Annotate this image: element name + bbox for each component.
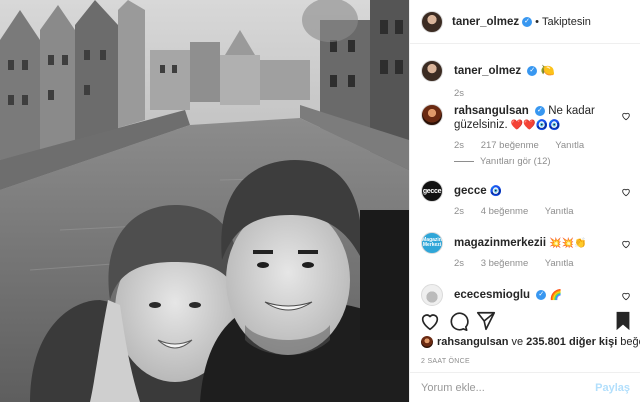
comment-likes[interactable]: 217 beğenme xyxy=(481,140,539,151)
caption-author-avatar[interactable] xyxy=(421,60,443,82)
comment-item: ececesmioglu ✓ 🌈 xyxy=(421,284,633,306)
view-replies-button[interactable]: Yanıtları gör (12) xyxy=(480,156,551,167)
comment-avatar[interactable]: Magazin Merkezi xyxy=(421,232,443,254)
comment-time[interactable]: 2s xyxy=(454,258,464,269)
verified-badge-icon: ✓ xyxy=(534,105,545,116)
caption: taner_olmez ✓ 🍋 2s xyxy=(421,60,633,99)
likes-summary: rahsangulsan ve 235.801 diğer kişi beğen… xyxy=(421,336,640,348)
liker-avatar[interactable] xyxy=(421,336,433,348)
author-username[interactable]: taner_olmez xyxy=(452,16,519,28)
comment-input[interactable] xyxy=(421,381,596,394)
comment-avatar[interactable] xyxy=(421,104,443,126)
author-avatar[interactable] xyxy=(421,10,443,33)
likes-count[interactable]: 235.801 diğer kişi xyxy=(526,336,617,348)
comments-list[interactable]: taner_olmez ✓ 🍋 2s rahsangulsan ✓ Ne kad… xyxy=(410,44,640,310)
post-time[interactable]: 2 SAAT ÖNCE xyxy=(421,358,470,365)
comment-avatar[interactable] xyxy=(421,284,443,306)
comment-time[interactable]: 2s xyxy=(454,140,464,151)
verified-badge-icon: ✓ xyxy=(522,16,533,27)
like-comment-icon[interactable] xyxy=(621,111,631,121)
comment-icon[interactable] xyxy=(447,310,469,332)
caption-text: 🍋 xyxy=(540,65,555,77)
post-side-panel: taner_olmez ✓ • Takiptesin taner_olmez ✓… xyxy=(409,0,640,402)
header-separator: • xyxy=(535,15,539,28)
comment-emoji: 🧿 xyxy=(489,186,503,197)
caption-author[interactable]: taner_olmez xyxy=(454,65,521,77)
comment-item: gecce gecce 🧿 2s 4 beğenme Yanıtla xyxy=(421,180,633,217)
comment-emoji: ❤️❤️🧿🧿 xyxy=(510,120,561,131)
comment-time[interactable]: 2s xyxy=(454,206,464,217)
comment-author[interactable]: gecce xyxy=(454,185,487,197)
post-photo[interactable] xyxy=(0,0,409,402)
reply-button[interactable]: Yanıtla xyxy=(545,258,574,269)
follow-status[interactable]: Takiptesin xyxy=(542,16,591,28)
comment-author[interactable]: magazinmerkezii xyxy=(454,237,546,249)
verified-badge-icon: ✓ xyxy=(527,65,538,76)
reply-button[interactable]: Yanıtla xyxy=(545,206,574,217)
verified-badge-icon: ✓ xyxy=(536,289,547,300)
liker-username[interactable]: rahsangulsan xyxy=(437,336,509,348)
comment-emoji: 💥💥👏 xyxy=(549,238,587,249)
share-icon[interactable] xyxy=(475,310,497,332)
comment-author[interactable]: ececesmioglu xyxy=(454,289,530,301)
add-comment-bar: Paylaş xyxy=(410,372,640,402)
comment-author[interactable]: rahsangulsan xyxy=(454,105,529,117)
caption-time[interactable]: 2s xyxy=(454,88,464,99)
post-header: taner_olmez ✓ • Takiptesin xyxy=(410,0,640,44)
like-comment-icon[interactable] xyxy=(621,291,631,301)
like-comment-icon[interactable] xyxy=(621,239,631,249)
comment-avatar[interactable]: gecce xyxy=(421,180,443,202)
heart-icon[interactable] xyxy=(419,310,441,332)
likes-suffix: beğendi xyxy=(620,336,640,348)
comment-item: rahsangulsan ✓ Ne kadar güzelsiniz. ❤️❤️… xyxy=(421,104,633,167)
comment-likes[interactable]: 4 beğenme xyxy=(481,206,529,217)
post-comment-button[interactable]: Paylaş xyxy=(595,382,630,394)
like-comment-icon[interactable] xyxy=(621,187,631,197)
action-bar xyxy=(410,310,640,334)
bookmark-icon[interactable] xyxy=(612,310,634,332)
comment-item: Magazin Merkezi magazinmerkezii 💥💥👏 2s 3… xyxy=(421,232,633,269)
likes-connector: ve xyxy=(511,336,524,348)
comment-emoji: 🌈 xyxy=(549,290,562,301)
comment-likes[interactable]: 3 beğenme xyxy=(481,258,529,269)
reply-button[interactable]: Yanıtla xyxy=(555,140,584,151)
replies-line xyxy=(454,160,474,162)
